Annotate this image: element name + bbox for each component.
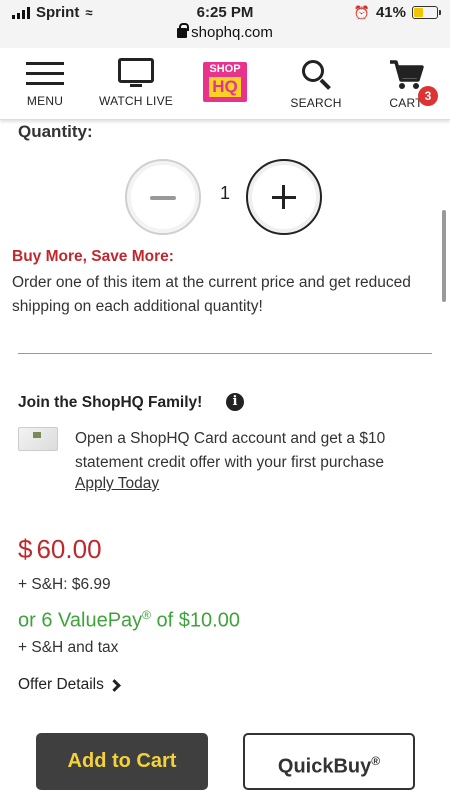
promo-title: Buy More, Save More:	[12, 248, 174, 265]
join-title: Join the ShopHQ Family!	[18, 394, 203, 411]
decrease-quantity-button[interactable]	[125, 159, 201, 235]
search-label: SEARCH	[290, 96, 342, 110]
chevron-right-icon	[107, 678, 121, 692]
status-bar: Sprint ≈ 6:25 PM ⏰ 41% shophq.com	[0, 0, 450, 48]
battery-percent: 41%	[375, 4, 406, 21]
lock-icon	[177, 23, 190, 38]
offer-details-label: Offer Details	[18, 676, 104, 693]
price-currency: $	[18, 534, 33, 564]
alarm-icon: ⏰	[353, 4, 370, 20]
battery-area: ⏰ 41%	[353, 4, 441, 21]
url-text: shophq.com	[191, 24, 273, 41]
hamburger-icon	[26, 60, 64, 88]
quickbuy-reg-mark: ®	[371, 754, 381, 768]
url-bar[interactable]: shophq.com	[0, 23, 450, 41]
apply-today-link[interactable]: Apply Today	[75, 475, 159, 493]
price: $60.00	[18, 534, 102, 565]
valuepay-reg-mark: ®	[142, 608, 151, 622]
shophq-logo[interactable]: SHOP HQ	[203, 62, 247, 102]
credit-card-image	[18, 427, 58, 451]
cart-icon	[388, 58, 424, 90]
quickbuy-button[interactable]: QuickBuy®	[243, 733, 415, 790]
quantity-label: Quantity:	[18, 122, 93, 141]
quantity-value: 1	[219, 183, 230, 203]
quickbuy-label: QuickBuy	[277, 755, 372, 778]
minus-icon	[150, 196, 176, 200]
menu-button[interactable]: MENU	[22, 56, 68, 108]
plus-icon-vertical	[282, 185, 285, 209]
shipping-handling: + S&H: $6.99	[18, 576, 111, 593]
cart-count-badge: 3	[418, 86, 438, 106]
watch-live-button[interactable]: WATCH LIVE	[94, 56, 178, 108]
card-offer-text: Open a ShopHQ Card account and get a $10…	[75, 430, 386, 471]
promo-text: Order one of this item at the current pr…	[12, 274, 411, 315]
info-icon[interactable]: i	[226, 393, 244, 411]
logo-text-top: SHOP	[209, 63, 241, 75]
increase-quantity-button[interactable]	[246, 159, 322, 235]
price-amount: 60.00	[36, 534, 102, 564]
offer-details-link[interactable]: Offer Details	[18, 676, 121, 694]
logo-text-bottom: HQ	[209, 77, 241, 97]
valuepay-prefix: or 6 ValuePay	[18, 609, 143, 632]
page-scrollbar[interactable]	[442, 210, 446, 302]
divider	[18, 353, 432, 354]
shipping-tax-note: + S&H and tax	[18, 639, 119, 656]
valuepay-suffix: of $10.00	[151, 609, 240, 632]
search-button[interactable]: SEARCH	[288, 56, 344, 110]
menu-label: MENU	[26, 94, 64, 108]
tv-icon	[118, 58, 154, 88]
valuepay-offer: or 6 ValuePay® of $10.00	[18, 608, 240, 633]
site-header: MENU WATCH LIVE SHOP HQ SEARCH CART	[0, 48, 450, 120]
add-to-cart-button[interactable]: Add to Cart	[36, 733, 208, 790]
watch-live-label: WATCH LIVE	[98, 94, 173, 108]
battery-icon	[412, 6, 441, 19]
search-icon	[300, 58, 332, 90]
